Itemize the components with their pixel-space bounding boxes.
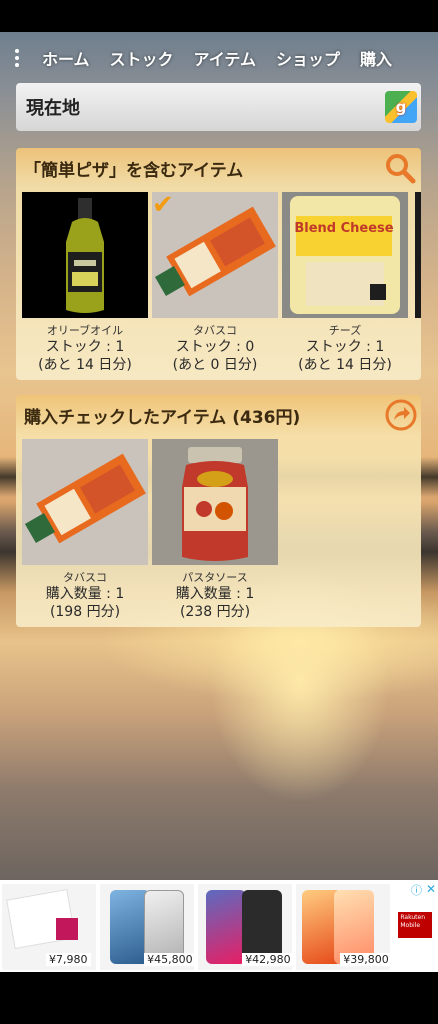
overflow-menu-icon[interactable]: [0, 49, 34, 67]
item-name: パスタソース: [182, 571, 248, 584]
item-stock: ストック : 1: [305, 339, 385, 355]
ad-product[interactable]: ¥39,800: [296, 884, 392, 970]
item-name: タバスコ: [193, 324, 237, 337]
checked-icon: ✔: [152, 190, 174, 220]
list-item[interactable]: ✔ タバスコ ストック : 0 (あと 0 日分): [152, 190, 278, 374]
item-price: (198 円分): [49, 604, 121, 620]
item-name: オリーブオイル: [46, 324, 124, 337]
ad-product[interactable]: ¥45,800: [100, 884, 196, 970]
navigation-bar: [0, 972, 438, 1024]
ad-price: ¥7,980: [46, 953, 91, 966]
purchase-checked-title: 購入チェックしたアイテム (436円): [24, 408, 301, 428]
list-item[interactable]: パスタソース 購入数量 : 1 (238 円分): [152, 439, 278, 621]
tab-shop[interactable]: ショップ: [268, 46, 352, 70]
tab-home[interactable]: ホーム: [34, 46, 102, 70]
top-nav: ホーム ストック アイテム ショップ 購入: [0, 40, 438, 76]
list-item[interactable]: タバスコ 購入数量 : 1 (198 円分): [22, 439, 148, 621]
item-name: タバスコ: [63, 571, 107, 584]
list-item[interactable]: オリーブオイル ストック : 1 (あと 14 日分): [22, 192, 148, 374]
ad-product[interactable]: ¥7,980: [2, 884, 97, 970]
share-arrow-icon[interactable]: [384, 398, 418, 432]
tab-purchase[interactable]: 購入: [352, 46, 404, 70]
item-remaining: (あと 0 日分): [172, 357, 258, 373]
recipe-items-card: 「簡単ピザ」を含むアイテム オリーブオイル ストック : 1 (あと 14 日分…: [16, 148, 421, 380]
rakuten-mobile-logo[interactable]: Rakuten Mobile: [394, 884, 436, 970]
location-bar[interactable]: 現在地 g: [16, 83, 421, 131]
cheese-image: Blend Cheese: [282, 192, 408, 318]
item-stock: ストック : 1: [45, 339, 125, 355]
pasta-sauce-image: [152, 439, 278, 565]
ad-product[interactable]: ¥42,980: [198, 884, 294, 970]
purchase-checked-card: 購入チェックしたアイテム (436円) タバスコ 購入数量 : 1 (198 円…: [16, 395, 421, 627]
location-label: 現在地: [26, 98, 80, 119]
item-price: (238 円分): [179, 604, 251, 620]
item-quantity: 購入数量 : 1: [45, 586, 125, 602]
olive-oil-image: [22, 192, 148, 318]
recipe-items-title: 「簡単ピザ」を含むアイテム: [24, 161, 244, 181]
ad-banner[interactable]: ⓘ ✕ ¥7,980 ¥45,800 ¥42,980 ¥39,800 Rakut…: [0, 880, 438, 972]
item-remaining: (あと 14 日分): [38, 357, 132, 373]
ad-price: ¥39,800: [340, 953, 392, 966]
tab-stock[interactable]: ストック: [102, 46, 186, 70]
cheese-package-label: Blend Cheese: [294, 221, 393, 236]
list-item[interactable]: Blend Cheese チーズ ストック : 1 (あと 14 日分): [282, 192, 408, 374]
item-name: チーズ: [328, 324, 362, 337]
tabasco-image: [22, 439, 148, 565]
item-remaining: (あと 14 日分): [298, 357, 392, 373]
tab-items[interactable]: アイテム: [186, 46, 268, 70]
google-maps-icon[interactable]: g: [385, 91, 417, 123]
item-stock: ストック : 0: [175, 339, 255, 355]
list-item[interactable]: [415, 192, 421, 318]
ad-price: ¥45,800: [144, 953, 196, 966]
status-bar: [0, 0, 438, 32]
ad-price: ¥42,980: [242, 953, 294, 966]
item-quantity: 購入数量 : 1: [175, 586, 255, 602]
search-icon[interactable]: [384, 152, 416, 184]
